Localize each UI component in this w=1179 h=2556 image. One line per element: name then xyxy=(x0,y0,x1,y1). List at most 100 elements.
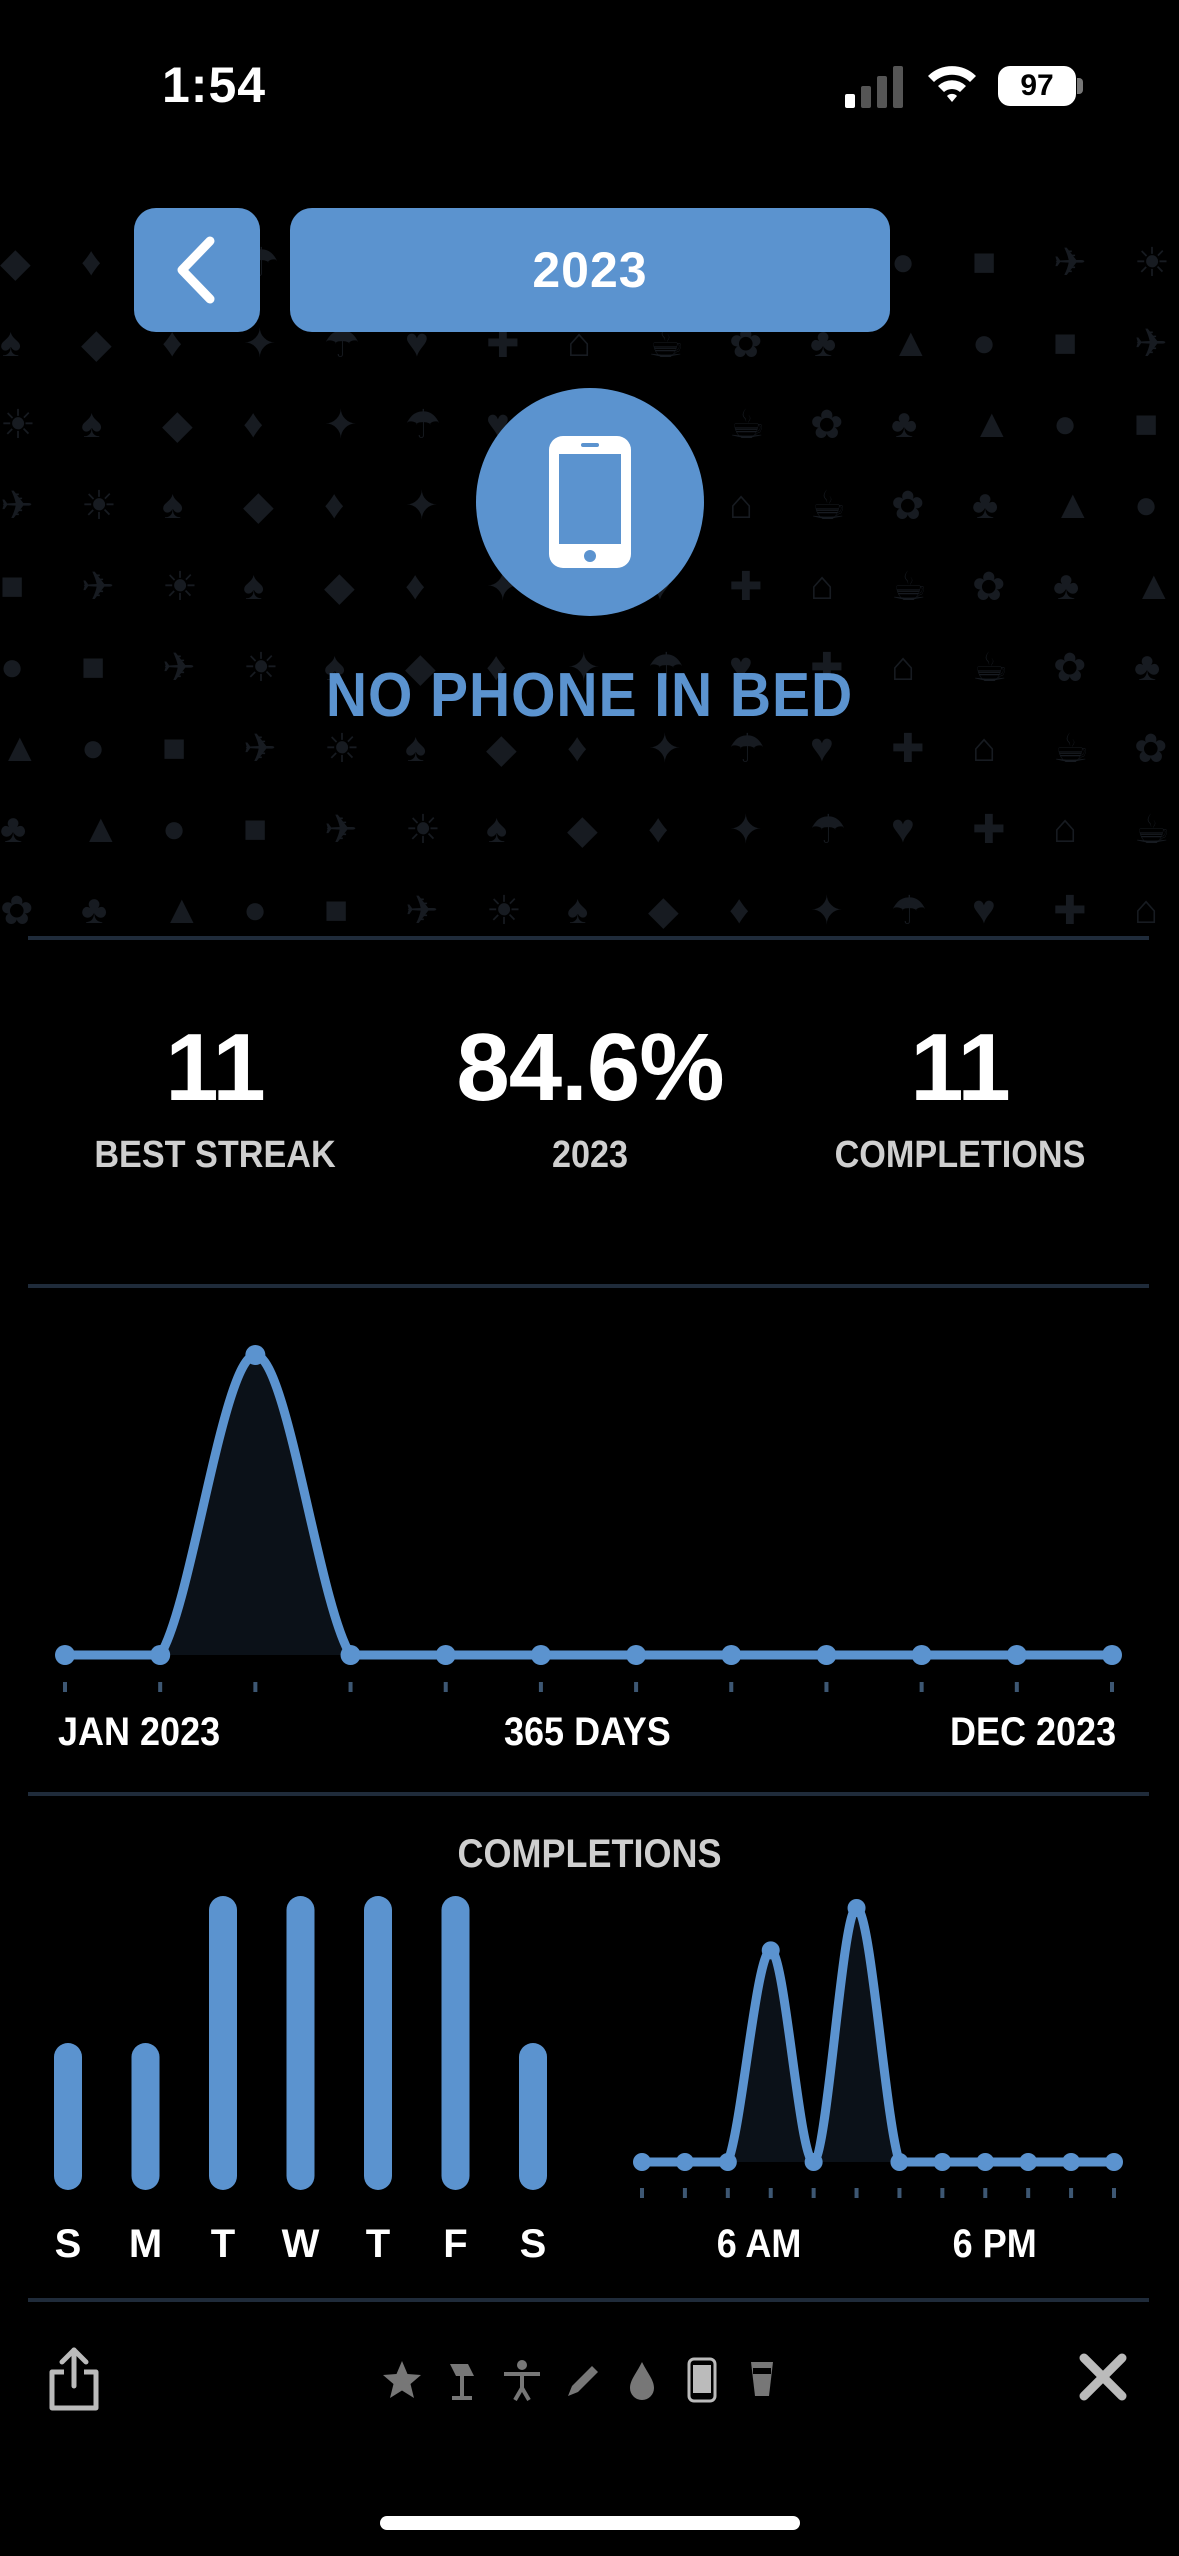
pattern-glyph: ♣ xyxy=(1053,564,1080,608)
chart-point xyxy=(1019,2153,1038,2171)
weekday-bar xyxy=(209,1896,237,2190)
chart-point xyxy=(976,2153,995,2171)
habit-icon-row xyxy=(380,2352,784,2408)
chart-point xyxy=(911,1645,932,1665)
close-icon[interactable] xyxy=(1078,2352,1128,2402)
pattern-glyph: ▲ xyxy=(1134,564,1174,608)
pencil-icon[interactable] xyxy=(560,2354,604,2406)
pattern-glyph: ☂ xyxy=(810,808,846,852)
pattern-glyph: ■ xyxy=(1134,402,1159,446)
chart-point xyxy=(340,1645,361,1665)
pattern-glyph: ✚ xyxy=(972,808,1006,852)
pattern-glyph: ☕ xyxy=(729,403,765,447)
pattern-glyph: ♥ xyxy=(972,888,996,930)
pattern-glyph: ♦ xyxy=(648,807,669,851)
pattern-glyph: ✦ xyxy=(810,889,844,930)
divider xyxy=(28,1792,1149,1796)
chart-point xyxy=(675,2153,694,2171)
pattern-glyph: ▲ xyxy=(972,402,1012,446)
pattern-glyph: ☕ xyxy=(1053,727,1089,771)
pattern-glyph: ◆ xyxy=(162,403,193,447)
pattern-glyph: ✈ xyxy=(1134,322,1168,366)
pattern-glyph: ▲ xyxy=(81,807,121,851)
chart-point xyxy=(933,2153,952,2171)
pattern-glyph: ✚ xyxy=(1053,889,1087,930)
weekday-label: F xyxy=(443,2222,468,2266)
pattern-glyph: ■ xyxy=(162,726,187,770)
star-icon[interactable] xyxy=(380,2354,424,2406)
weekday-label: W xyxy=(281,2222,320,2266)
share-icon[interactable] xyxy=(46,2346,102,2412)
chevron-left-icon xyxy=(177,236,215,304)
pattern-glyph: ✦ xyxy=(648,727,682,771)
battery-indicator: 97 xyxy=(998,66,1076,106)
weekday-label: S xyxy=(519,2222,547,2266)
drop-icon[interactable] xyxy=(620,2354,664,2406)
pattern-glyph: ✦ xyxy=(324,403,358,447)
pattern-glyph: ♦ xyxy=(243,402,264,446)
pattern-glyph: ■ xyxy=(324,888,349,930)
weekday-bar xyxy=(54,2043,82,2190)
stat-value: 11 xyxy=(165,1014,265,1121)
pattern-glyph: ● xyxy=(162,807,187,851)
pattern-glyph: ♠ xyxy=(405,726,427,770)
stat-completions: 11 COMPLETIONS xyxy=(800,1020,1120,1177)
time-of-day-chart xyxy=(633,1899,1123,2198)
pattern-glyph: ▲ xyxy=(0,726,40,770)
weekday-label: S xyxy=(54,2222,82,2266)
pattern-glyph: ☀ xyxy=(486,889,522,930)
pattern-glyph: ■ xyxy=(243,807,268,851)
cup-icon[interactable] xyxy=(740,2354,784,2406)
smartphone-icon[interactable] xyxy=(680,2354,724,2406)
pattern-glyph: ♦ xyxy=(567,726,588,770)
pattern-glyph: ♠ xyxy=(243,564,265,608)
chart-point xyxy=(890,2153,909,2171)
chart-point xyxy=(150,1645,171,1665)
pattern-glyph: ☀ xyxy=(324,727,360,771)
pattern-glyph: ♣ xyxy=(0,807,27,851)
pattern-glyph: ♥ xyxy=(810,726,834,770)
pattern-glyph: ☂ xyxy=(405,403,441,447)
pattern-glyph: ◆ xyxy=(81,322,112,366)
chart-mid-label: 365 DAYS xyxy=(504,1710,671,1754)
pattern-glyph: ◆ xyxy=(567,808,598,852)
year-selector-button[interactable]: 2023 xyxy=(290,208,890,332)
pattern-glyph: ♥ xyxy=(891,807,915,851)
pattern-glyph: ♣ xyxy=(972,483,999,527)
chart-point xyxy=(1105,2153,1123,2171)
divider xyxy=(28,936,1149,940)
pattern-glyph: ✿ xyxy=(1134,727,1168,771)
pattern-glyph: ■ xyxy=(1053,321,1078,365)
lamp-icon[interactable] xyxy=(440,2354,484,2406)
divider xyxy=(28,1284,1149,1288)
pattern-glyph: ♠ xyxy=(567,888,589,930)
chart-point xyxy=(847,1899,866,1917)
pattern-glyph: ▲ xyxy=(891,321,931,365)
back-button[interactable] xyxy=(134,208,260,332)
pattern-glyph: ✦ xyxy=(405,484,439,528)
habit-title: NO PHONE IN BED xyxy=(325,661,854,730)
chart-point xyxy=(718,2153,737,2171)
figure-icon[interactable] xyxy=(500,2354,544,2406)
home-indicator xyxy=(380,2516,800,2530)
battery-tip xyxy=(1077,78,1083,94)
pattern-glyph: ◆ xyxy=(324,565,355,609)
pattern-glyph: ⌂ xyxy=(729,483,754,527)
pattern-glyph: ♣ xyxy=(81,888,108,930)
status-time: 1:54 xyxy=(162,57,267,113)
pattern-glyph: ✈ xyxy=(243,727,277,771)
chart-point xyxy=(804,2153,823,2171)
pattern-glyph: ✿ xyxy=(0,889,34,930)
pattern-glyph: ⌂ xyxy=(810,564,835,608)
stat-label: BEST STREAK xyxy=(94,1134,336,1176)
pattern-glyph: ☀ xyxy=(1134,241,1170,285)
weekday-bar xyxy=(441,1896,470,2190)
pattern-glyph: ♦ xyxy=(405,564,426,608)
pattern-glyph: ♣ xyxy=(891,402,918,446)
pattern-glyph: ☀ xyxy=(0,403,36,447)
weekday-label: T xyxy=(210,2222,236,2266)
pattern-glyph: ✿ xyxy=(891,484,925,528)
chart-point xyxy=(1102,1645,1122,1665)
year-line-chart xyxy=(55,1345,1122,1692)
weekday-bar xyxy=(364,1896,392,2190)
